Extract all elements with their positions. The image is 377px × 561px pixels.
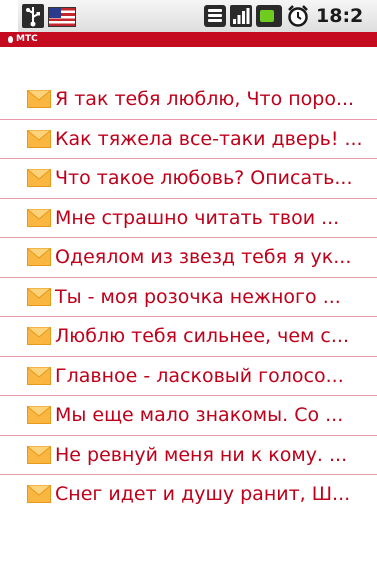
status-bar-corner — [0, 0, 18, 32]
list-item-label: Мне страшно читать твои ... — [55, 206, 340, 229]
message-list: Я так тебя люблю, Что поро... Как тяжела… — [0, 80, 377, 515]
envelope-icon — [27, 287, 51, 306]
list-item[interactable]: Как тяжела все-таки дверь! ... — [0, 120, 377, 159]
envelope-icon — [27, 90, 51, 108]
list-item[interactable]: Я так тебя люблю, Что поро... — [0, 80, 377, 120]
list-item-label: Одеялом из звезд тебя я ук... — [55, 246, 352, 268]
signal-icon — [230, 5, 252, 27]
wifi-icon — [204, 5, 226, 27]
list-item[interactable]: Снег идет и душу ранит, Ш... — [0, 475, 377, 515]
list-item[interactable]: Ты - моя розочка нежного ... — [0, 278, 377, 317]
list-item[interactable]: Мы еще мало знакомы. Со ... — [0, 396, 377, 436]
envelope-icon — [27, 366, 51, 385]
envelope-icon — [27, 129, 51, 148]
envelope-icon — [27, 248, 51, 266]
list-item-label: Мы еще мало знакомы. Со ... — [55, 404, 344, 426]
list-item-label: Как тяжела все-таки дверь! ... — [55, 127, 363, 150]
list-item[interactable]: Мне страшно читать твои ... — [0, 199, 377, 238]
envelope-icon — [27, 327, 51, 345]
app-title-bar: МТС — [0, 32, 377, 47]
envelope-icon — [27, 485, 51, 503]
list-item-label: Главное - ласковый голосо... — [55, 364, 344, 387]
envelope-icon — [27, 445, 51, 464]
list-item-label: Не ревнуй меня ни к кому. ... — [55, 443, 348, 466]
mts-logo-icon — [8, 36, 13, 43]
list-item[interactable]: Главное - ласковый голосо... — [0, 357, 377, 396]
app-brand-label: МТС — [16, 34, 38, 44]
list-item-label: Что такое любовь? Описать... — [55, 167, 353, 189]
list-item[interactable]: Что такое любовь? Описать... — [0, 159, 377, 199]
list-item-label: Ты - моя розочка нежного ... — [55, 285, 341, 308]
list-item[interactable]: Люблю тебя сильнее, чем с... — [0, 317, 377, 357]
list-item-label: Я так тебя люблю, Что поро... — [55, 88, 355, 110]
list-item[interactable]: Одеялом из звезд тебя я ук... — [0, 238, 377, 278]
list-item-label: Люблю тебя сильнее, чем с... — [55, 325, 349, 347]
alarm-icon — [286, 4, 310, 28]
us-flag-icon — [48, 7, 76, 27]
list-item[interactable]: Не ревнуй меня ни к кому. ... — [0, 436, 377, 475]
envelope-icon — [27, 208, 51, 227]
status-bar: 18:2 — [0, 0, 377, 32]
battery-icon — [256, 5, 282, 27]
list-item-label: Снег идет и душу ранит, Ш... — [55, 483, 351, 505]
envelope-icon — [27, 169, 51, 187]
status-clock: 18:2 — [316, 5, 364, 27]
envelope-icon — [27, 406, 51, 424]
usb-icon — [22, 4, 44, 28]
